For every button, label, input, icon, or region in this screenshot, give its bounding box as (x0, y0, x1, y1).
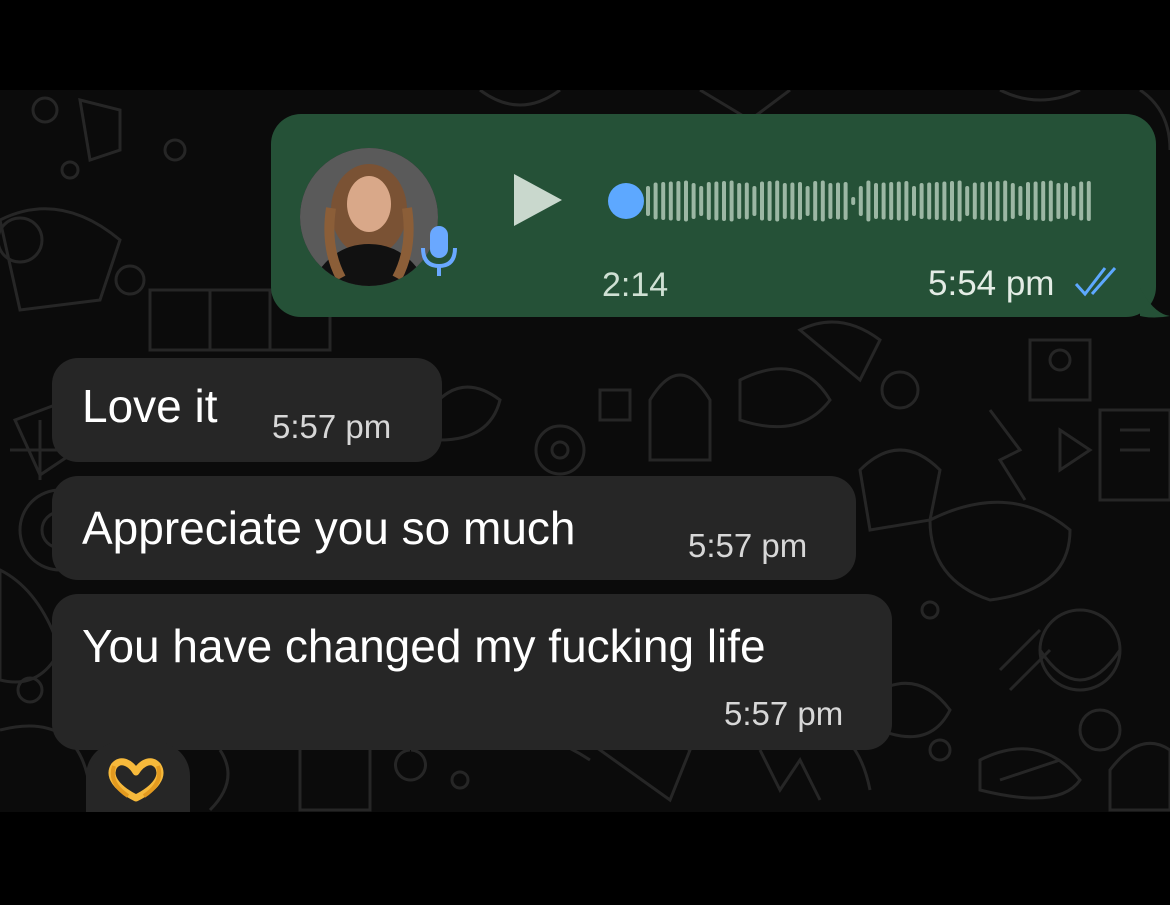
waveform-bar (1086, 181, 1091, 221)
message-bubble[interactable]: Appreciate you so much 5:57 pm (52, 476, 856, 580)
waveform-bar (691, 183, 696, 219)
waveform-bar (957, 180, 962, 222)
waveform-bar (927, 182, 932, 220)
waveform-bar (889, 182, 894, 220)
waveform-bar (858, 186, 863, 216)
waveform-bar (972, 182, 977, 220)
waveform-bar (988, 181, 992, 221)
waveform-bar (912, 186, 916, 216)
message-text: Appreciate you so much (82, 502, 576, 554)
waveform-bar (661, 182, 666, 220)
voice-duration: 2:14 (602, 266, 669, 304)
waveform-bar (904, 181, 909, 221)
waveform-bar (714, 181, 719, 221)
waveform-bar (699, 186, 704, 216)
heart-hands-icon (108, 758, 164, 802)
play-icon[interactable] (512, 172, 564, 228)
waveform-bar (782, 183, 787, 219)
waveform-bar (995, 181, 1000, 221)
waveform-bar (790, 182, 795, 220)
waveform-bar (1048, 180, 1053, 222)
waveform-bar (1064, 182, 1068, 220)
message-time: 5:54 pm (928, 264, 1055, 303)
message-text: Love it (82, 380, 218, 432)
waveform-bar (965, 186, 970, 216)
waveform-bar (1018, 186, 1023, 216)
waveform-bar (1079, 181, 1084, 221)
waveform-bar (950, 181, 954, 221)
waveform-bar (1010, 183, 1015, 219)
microphone-icon (421, 226, 457, 276)
waveform-bar (813, 181, 818, 221)
waveform-bar (934, 182, 939, 220)
waveform-bar (775, 180, 780, 222)
message-bubble[interactable]: You have changed my fucking life 5:57 pm (52, 594, 892, 750)
message-time: 5:57 pm (688, 527, 808, 564)
waveform-bar (798, 182, 802, 220)
message-time: 5:57 pm (272, 408, 392, 445)
waveform-bar (767, 181, 772, 221)
waveform-bar (729, 180, 734, 222)
waveform-bar (874, 183, 878, 219)
waveform-scrubber (608, 183, 644, 219)
waveform-bar (836, 182, 840, 220)
waveform-bar (942, 181, 947, 221)
waveform-bar (828, 183, 833, 219)
waveform-bar (1033, 181, 1038, 221)
waveform-bar (668, 181, 673, 221)
reaction-badge[interactable] (86, 742, 190, 812)
waveform-bar (820, 180, 825, 222)
waveform-bar (676, 181, 681, 221)
waveform-bar (684, 180, 688, 222)
chat-screen: { "voice_message": { "duration": "2:14",… (0, 0, 1170, 905)
message-time: 5:57 pm (724, 695, 844, 732)
waveform-bar (866, 180, 871, 222)
waveform-bar (1071, 186, 1076, 216)
waveform-bar (805, 186, 810, 216)
waveform-bar (843, 182, 848, 220)
message-text: You have changed my fucking life (82, 620, 766, 672)
waveform-bar (706, 182, 711, 220)
waveform-bar (752, 186, 757, 216)
waveform-bar (646, 186, 650, 216)
message-bubble[interactable]: Love it 5:57 pm (52, 358, 442, 462)
waveform-bar (1003, 180, 1008, 222)
waveform-bar (980, 182, 985, 220)
waveform-bar (881, 182, 886, 220)
waveform-bar (1041, 181, 1046, 221)
waveform-bar (760, 181, 764, 221)
waveform-bar (737, 183, 742, 219)
waveform-bar (1026, 182, 1030, 220)
waveform-bar (722, 181, 726, 221)
double-check-icon (1074, 267, 1117, 297)
waveform-bar (896, 181, 901, 221)
voice-waveform[interactable] (606, 180, 1098, 222)
waveform-bar (851, 197, 856, 205)
bubble-tail (1140, 288, 1170, 318)
waveform-bar (744, 182, 749, 220)
waveform-bar (1056, 183, 1061, 219)
waveform-bar (653, 182, 658, 220)
waveform-bar (919, 183, 924, 219)
